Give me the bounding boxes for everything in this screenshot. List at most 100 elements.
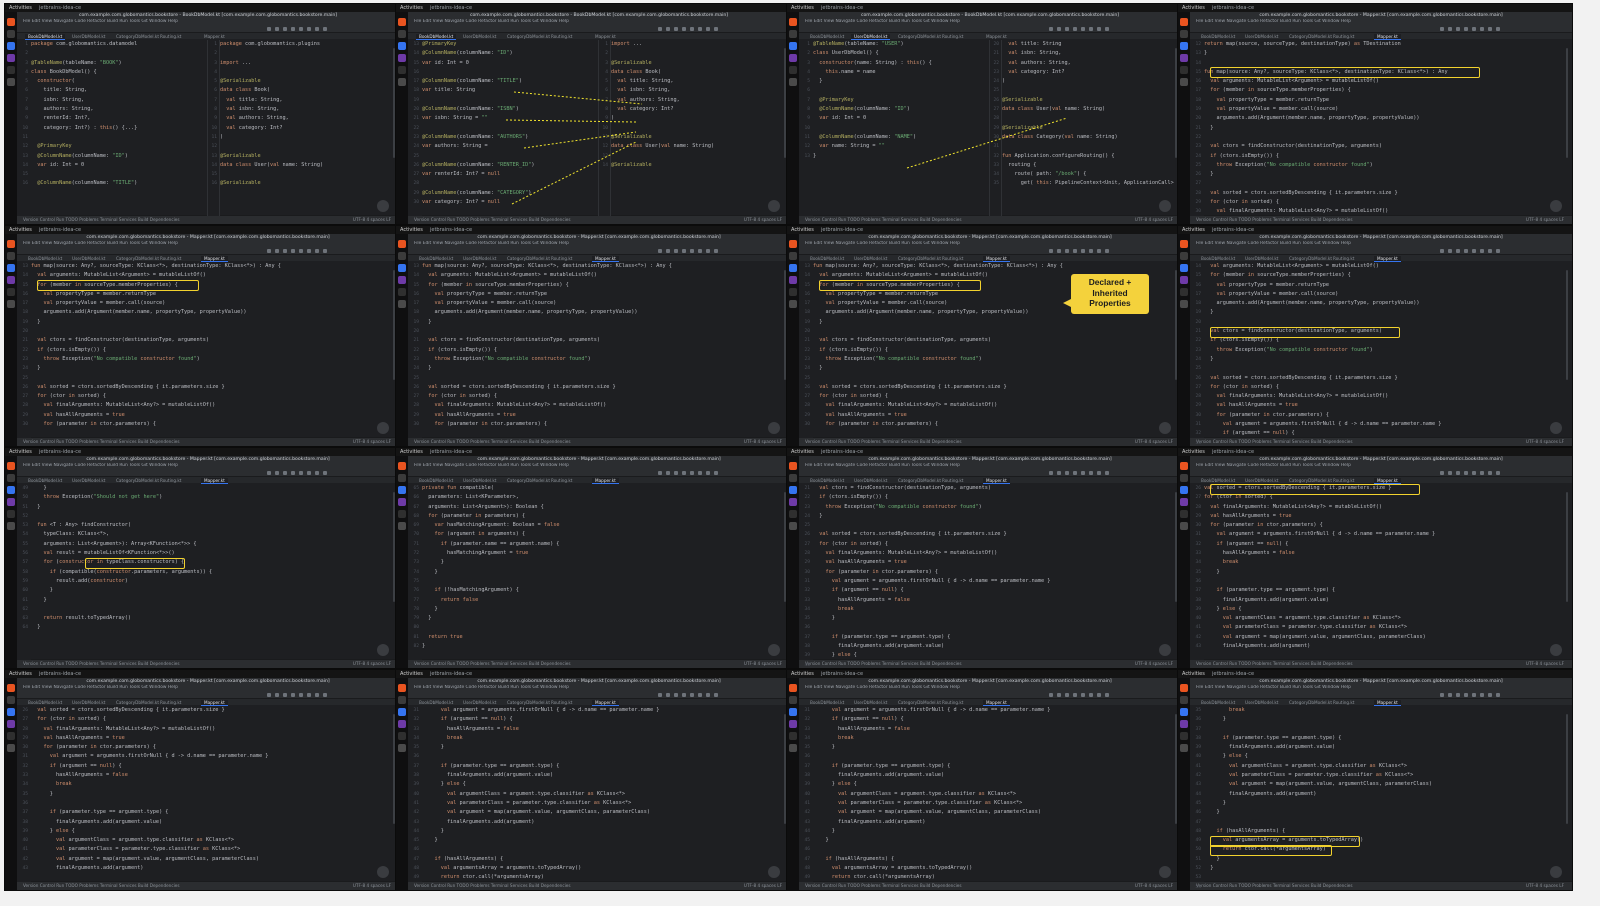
activities-button[interactable]: Activities [400, 448, 423, 456]
code-line[interactable] [1204, 364, 1568, 373]
code-line[interactable]: @Serializable [1002, 96, 1177, 105]
tool-window-bar[interactable]: Version Control Run TODO Problems Termin… [805, 883, 962, 888]
code-line[interactable]: @ColumnName(columnName: "ID") [31, 152, 207, 161]
toolbar-button[interactable] [714, 26, 718, 31]
code-line[interactable]: val sorted = ctors.sortedByDescending { … [1204, 189, 1568, 198]
editor-right[interactable]: import ... @Serializable data class Book(… [610, 40, 786, 216]
code-line[interactable] [813, 623, 1177, 632]
code-line[interactable]: @ColumnName(columnName: "CATEGORY") [422, 189, 598, 198]
ubuntu-dock-icon[interactable] [7, 684, 15, 692]
code-line[interactable]: isbn: String, [31, 96, 207, 105]
code-line[interactable]: } [1204, 170, 1568, 179]
files-icon[interactable] [7, 54, 15, 62]
tab-t3[interactable]: CategoryDbModel.kt [895, 478, 944, 483]
tab-t2[interactable]: UserDbModel.kt [1242, 34, 1281, 39]
code-line[interactable]: fun map(source: Any?, sourceType: KClass… [422, 262, 786, 271]
settings-icon[interactable] [398, 300, 406, 308]
toolbar-button[interactable] [267, 692, 271, 697]
code-line[interactable]: @Serializable [220, 152, 395, 161]
code-line[interactable]: finalArguments.add(argument.value) [1204, 596, 1568, 605]
code-line[interactable]: val category: Int? [1002, 68, 1177, 77]
tab-t4[interactable]: Routing.kt [157, 256, 184, 261]
code-line[interactable]: } [813, 364, 1177, 373]
toolbar-button[interactable] [690, 470, 694, 475]
tab-t4[interactable]: Routing.kt [1330, 256, 1357, 261]
code-line[interactable]: if (parameter.type == argument.type) { [813, 633, 1177, 642]
toolbar-button[interactable] [1073, 692, 1077, 697]
code-line[interactable]: } [813, 743, 1177, 752]
code-line[interactable]: data class User(val name: String) [611, 142, 786, 151]
code-editor[interactable]: val sorted = ctors.sortedByDescending { … [31, 706, 395, 882]
code-line[interactable]: break [1204, 558, 1568, 567]
code-line[interactable]: fun map(source: Any?, sourceType: KClass… [813, 262, 1177, 271]
code-line[interactable]: throw Exception("No compatible construct… [1204, 346, 1568, 355]
tab-t2[interactable]: UserDbModel.kt [460, 256, 499, 261]
code-line[interactable]: var hasMatchingArgument: Boolean = false [422, 521, 786, 530]
toolbar-button[interactable] [307, 692, 311, 697]
code-line[interactable]: for (parameter in ctor.parameters) { [813, 420, 1177, 429]
tool-window-bar[interactable]: Version Control Run TODO Problems Termin… [23, 883, 180, 888]
code-line[interactable]: if (ctors.isEmpty()) { [813, 493, 1177, 502]
code-line[interactable]: } [422, 836, 786, 845]
code-line[interactable] [1002, 86, 1177, 95]
toolbar-button[interactable] [299, 26, 303, 31]
toolbar-button[interactable] [682, 248, 686, 253]
code-line[interactable]: ) [220, 133, 395, 142]
toolbar-button[interactable] [275, 26, 279, 31]
toolbar-button[interactable] [1488, 692, 1492, 697]
code-line[interactable]: val argumentsArray = arguments.toTypedAr… [813, 864, 1177, 873]
code-line[interactable]: if (hasAllArguments) { [813, 855, 1177, 864]
code-line[interactable]: @ColumnName(columnName: "RENTER_ID") [422, 161, 598, 170]
ubuntu-dock-icon[interactable] [398, 684, 406, 692]
code-line[interactable]: fun Application.configureRouting() { [1002, 152, 1177, 161]
toolbar-button[interactable] [690, 692, 694, 697]
code-line[interactable]: get( this: PipelineContext<Unit, Applica… [1002, 179, 1177, 188]
toolbar-button[interactable] [1488, 26, 1492, 31]
firefox-icon[interactable] [7, 252, 15, 260]
code-line[interactable]: val isbn: String, [220, 105, 395, 114]
code-line[interactable]: } [813, 827, 1177, 836]
toolbar-button[interactable] [698, 248, 702, 253]
code-line[interactable] [31, 512, 395, 521]
toolbar-button[interactable] [682, 26, 686, 31]
code-line[interactable]: arguments: List<Argument>): Array<KFunct… [31, 540, 395, 549]
toolbar-button[interactable] [283, 692, 287, 697]
toolbar-button[interactable] [1073, 470, 1077, 475]
code-line[interactable]: if (ctors.isEmpty()) { [422, 346, 786, 355]
tab-t1[interactable]: BookDbModel.kt [1198, 256, 1238, 261]
code-line[interactable]: } [31, 503, 395, 512]
toolbar-button[interactable] [1456, 26, 1460, 31]
code-line[interactable]: val argumentClass = argument.type.classi… [1204, 614, 1568, 623]
toolbar-button[interactable] [315, 26, 319, 31]
code-line[interactable]: for (argument in arguments) { [422, 530, 786, 539]
toolbar-button[interactable] [714, 248, 718, 253]
code-line[interactable] [1002, 142, 1177, 151]
code-line[interactable]: @ColumnName(columnName: "ID") [422, 49, 598, 58]
code-line[interactable] [1204, 725, 1568, 734]
toolbar-button[interactable] [1464, 26, 1468, 31]
code-line[interactable]: finalArguments.add(argument) [1204, 790, 1568, 799]
code-line[interactable] [422, 577, 786, 586]
code-line[interactable]: @ColumnName(columnName: "TITLE") [31, 179, 207, 188]
toolbar-button[interactable] [291, 248, 295, 253]
activities-button[interactable]: Activities [791, 4, 814, 12]
code-line[interactable]: finalArguments.add(argument) [31, 864, 395, 873]
code-line[interactable]: finalArguments.add(argument) [422, 818, 786, 827]
tab-t1[interactable]: BookDbModel.kt [1198, 478, 1238, 483]
tool-window-bar[interactable]: Version Control Run TODO Problems Termin… [23, 661, 180, 666]
code-line[interactable]: var title: String [422, 86, 598, 95]
tab-t4[interactable]: Routing.kt [939, 478, 966, 483]
settings-icon[interactable] [7, 744, 15, 752]
code-line[interactable]: } else { [31, 827, 395, 836]
files-icon[interactable] [7, 276, 15, 284]
code-line[interactable]: } [422, 558, 786, 567]
code-line[interactable]: finalArguments.add(argument.value) [31, 818, 395, 827]
toolbar-button[interactable] [698, 26, 702, 31]
activities-button[interactable]: Activities [9, 226, 32, 234]
code-line[interactable]: if (argument == null) { [31, 762, 395, 771]
code-line[interactable]: this.name = name [813, 68, 989, 77]
tool-window-bar[interactable]: Version Control Run TODO Problems Termin… [414, 217, 571, 222]
files-icon[interactable] [1180, 720, 1188, 728]
code-line[interactable]: } [813, 512, 1177, 521]
code-line[interactable]: for (ctor in sorted) { [31, 392, 395, 401]
